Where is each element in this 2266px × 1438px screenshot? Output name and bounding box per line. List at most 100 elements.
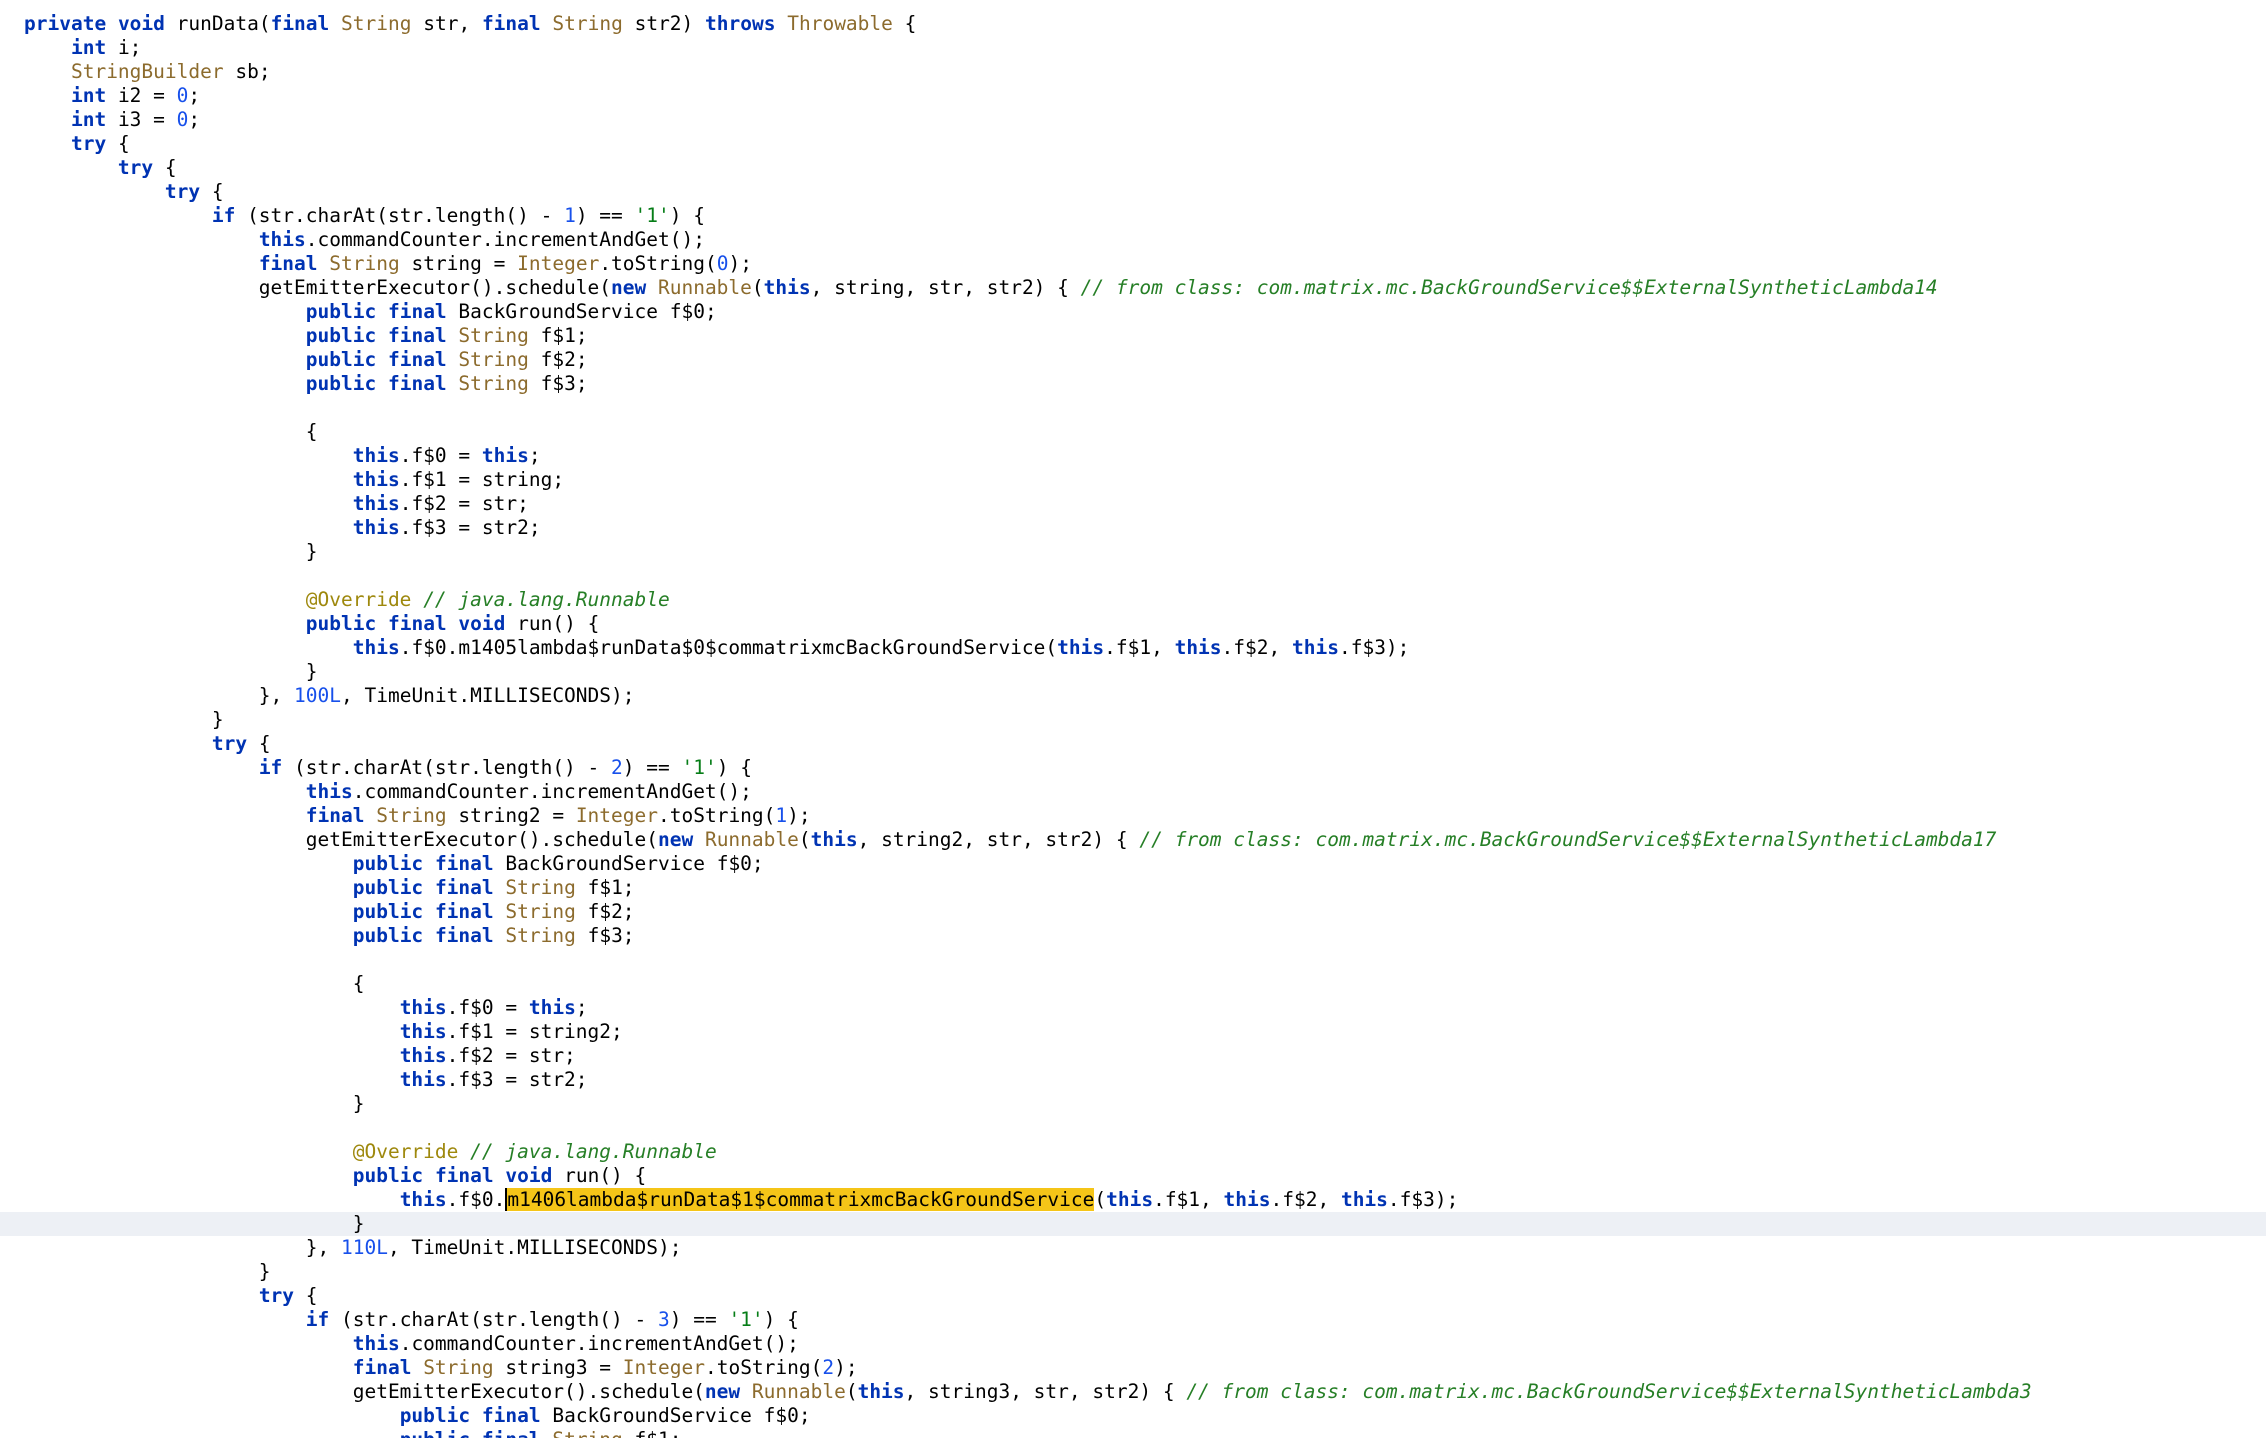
code-line[interactable]: int i2 = 0;: [0, 84, 2266, 108]
code-line[interactable]: public final BackGroundService f$0;: [0, 852, 2266, 876]
code-line[interactable]: }, 110L, TimeUnit.MILLISECONDS);: [0, 1236, 2266, 1260]
code-line-text: public final BackGroundService f$0;: [399, 1404, 811, 1427]
code-line-text: if (str.charAt(str.length() - 2) == '1')…: [258, 756, 752, 779]
code-line[interactable]: this.f$2 = str;: [0, 492, 2266, 516]
code-line[interactable]: this.commandCounter.incrementAndGet();: [0, 1332, 2266, 1356]
code-line-text: if (str.charAt(str.length() - 1) == '1')…: [211, 204, 705, 227]
code-line[interactable]: this.commandCounter.incrementAndGet();: [0, 228, 2266, 252]
code-line[interactable]: public final String f$1;: [0, 876, 2266, 900]
code-line-text: }: [24, 660, 318, 683]
code-line[interactable]: public final void run() {: [0, 612, 2266, 636]
code-line-text: public final String f$3;: [352, 924, 635, 947]
code-line[interactable]: [0, 948, 2266, 972]
code-line-text: this.f$2 = str;: [352, 492, 529, 515]
code-line[interactable]: this.f$0 = this;: [0, 444, 2266, 468]
code-line-text: {: [24, 972, 365, 995]
code-line-text: this.f$3 = str2;: [352, 516, 541, 539]
code-line[interactable]: public final BackGroundService f$0;: [0, 1404, 2266, 1428]
code-editor[interactable]: private void runData(final String str, f…: [0, 0, 2266, 1438]
code-line[interactable]: }: [0, 708, 2266, 732]
code-line[interactable]: final String string2 = Integer.toString(…: [0, 804, 2266, 828]
code-line-text: @Override // java.lang.Runnable: [305, 588, 670, 611]
code-line[interactable]: }: [0, 540, 2266, 564]
code-line[interactable]: getEmitterExecutor().schedule(new Runnab…: [0, 828, 2266, 852]
code-line-text: final String string3 = Integer.toString(…: [352, 1356, 858, 1379]
code-line[interactable]: {: [0, 420, 2266, 444]
code-line[interactable]: try {: [0, 132, 2266, 156]
code-line[interactable]: StringBuilder sb;: [0, 60, 2266, 84]
code-line[interactable]: try {: [0, 1284, 2266, 1308]
code-line-text: }: [24, 1212, 365, 1235]
code-line[interactable]: }: [0, 660, 2266, 684]
code-line[interactable]: this.f$2 = str;: [0, 1044, 2266, 1068]
code-line-text: StringBuilder sb;: [70, 60, 271, 83]
code-line[interactable]: {: [0, 972, 2266, 996]
code-line[interactable]: this.f$1 = string2;: [0, 1020, 2266, 1044]
code-line[interactable]: public final String f$3;: [0, 372, 2266, 396]
code-line-text: this.commandCounter.incrementAndGet();: [352, 1332, 799, 1355]
code-line[interactable]: [0, 564, 2266, 588]
code-line[interactable]: if (str.charAt(str.length() - 1) == '1')…: [0, 204, 2266, 228]
code-line[interactable]: try {: [0, 732, 2266, 756]
code-line-text: this.commandCounter.incrementAndGet();: [305, 780, 752, 803]
code-line-text: this.f$3 = str2;: [399, 1068, 588, 1091]
code-line-text: final String string = Integer.toString(0…: [258, 252, 752, 275]
code-line-text: int i2 = 0;: [70, 84, 201, 107]
code-line[interactable]: this.f$3 = str2;: [0, 516, 2266, 540]
code-line-text: try {: [164, 180, 224, 203]
code-line[interactable]: final String string3 = Integer.toString(…: [0, 1356, 2266, 1380]
code-line[interactable]: getEmitterExecutor().schedule(new Runnab…: [0, 276, 2266, 300]
code-line-text: this.f$2 = str;: [399, 1044, 576, 1067]
code-line[interactable]: this.f$0. m1406lambda$runData$1$commatrix…: [0, 1188, 2266, 1212]
code-line[interactable]: [0, 1116, 2266, 1140]
code-line-text: try {: [211, 732, 271, 755]
code-line[interactable]: int i3 = 0;: [0, 108, 2266, 132]
code-line[interactable]: private void runData(final String str, f…: [0, 12, 2266, 36]
code-line-text: }, 100L, TimeUnit.MILLISECONDS);: [24, 684, 635, 707]
code-line[interactable]: public final String f$3;: [0, 924, 2266, 948]
code-line[interactable]: public final BackGroundService f$0;: [0, 300, 2266, 324]
code-line-text: this.f$0 = this;: [399, 996, 588, 1019]
code-line[interactable]: public final String f$1;: [0, 1428, 2266, 1438]
code-line[interactable]: this.f$0.m1405lambda$runData$0$commatrix…: [0, 636, 2266, 660]
code-line-text: final String string2 = Integer.toString(…: [305, 804, 811, 827]
code-line-text: }, 110L, TimeUnit.MILLISECONDS);: [24, 1236, 682, 1259]
code-line-text: int i;: [70, 36, 142, 59]
code-line-text: public final String f$1;: [352, 876, 635, 899]
code-line[interactable]: }, 100L, TimeUnit.MILLISECONDS);: [0, 684, 2266, 708]
code-line[interactable]: public final String f$2;: [0, 900, 2266, 924]
code-line-text: public final void run() {: [352, 1164, 647, 1187]
text-caret: [505, 1188, 508, 1211]
code-line[interactable]: try {: [0, 180, 2266, 204]
code-line-text: getEmitterExecutor().schedule(new Runnab…: [24, 276, 1938, 299]
code-line-text: }: [24, 540, 318, 563]
code-line-text: this.f$0 = this;: [352, 444, 541, 467]
code-line-text: }: [24, 1092, 365, 1115]
code-line[interactable]: if (str.charAt(str.length() - 2) == '1')…: [0, 756, 2266, 780]
code-line-text: getEmitterExecutor().schedule(new Runnab…: [24, 1380, 2032, 1403]
code-line[interactable]: if (str.charAt(str.length() - 3) == '1')…: [0, 1308, 2266, 1332]
code-line[interactable]: public final String f$2;: [0, 348, 2266, 372]
code-line[interactable]: @Override // java.lang.Runnable: [0, 1140, 2266, 1164]
code-line[interactable]: [0, 396, 2266, 420]
code-line-text: this.f$0. m1406lambda$runData$1$commatrix…: [399, 1188, 1459, 1211]
code-line[interactable]: public final void run() {: [0, 1164, 2266, 1188]
code-line-text: public final void run() {: [305, 612, 600, 635]
code-line-text: public final String f$1;: [305, 324, 588, 347]
code-line[interactable]: }: [0, 1092, 2266, 1116]
code-line[interactable]: this.commandCounter.incrementAndGet();: [0, 780, 2266, 804]
code-line[interactable]: @Override // java.lang.Runnable: [0, 588, 2266, 612]
code-line-text: try {: [258, 1284, 318, 1307]
code-line[interactable]: }: [0, 1260, 2266, 1284]
code-line[interactable]: this.f$1 = string;: [0, 468, 2266, 492]
code-line-text: }: [24, 708, 224, 731]
code-line-text: public final BackGroundService f$0;: [305, 300, 717, 323]
code-line[interactable]: try {: [0, 156, 2266, 180]
code-line[interactable]: this.f$0 = this;: [0, 996, 2266, 1020]
code-line[interactable]: final String string = Integer.toString(0…: [0, 252, 2266, 276]
current-code-line[interactable]: }: [0, 1212, 2266, 1236]
code-line[interactable]: public final String f$1;: [0, 324, 2266, 348]
code-line[interactable]: int i;: [0, 36, 2266, 60]
code-line[interactable]: this.f$3 = str2;: [0, 1068, 2266, 1092]
code-line[interactable]: getEmitterExecutor().schedule(new Runnab…: [0, 1380, 2266, 1404]
